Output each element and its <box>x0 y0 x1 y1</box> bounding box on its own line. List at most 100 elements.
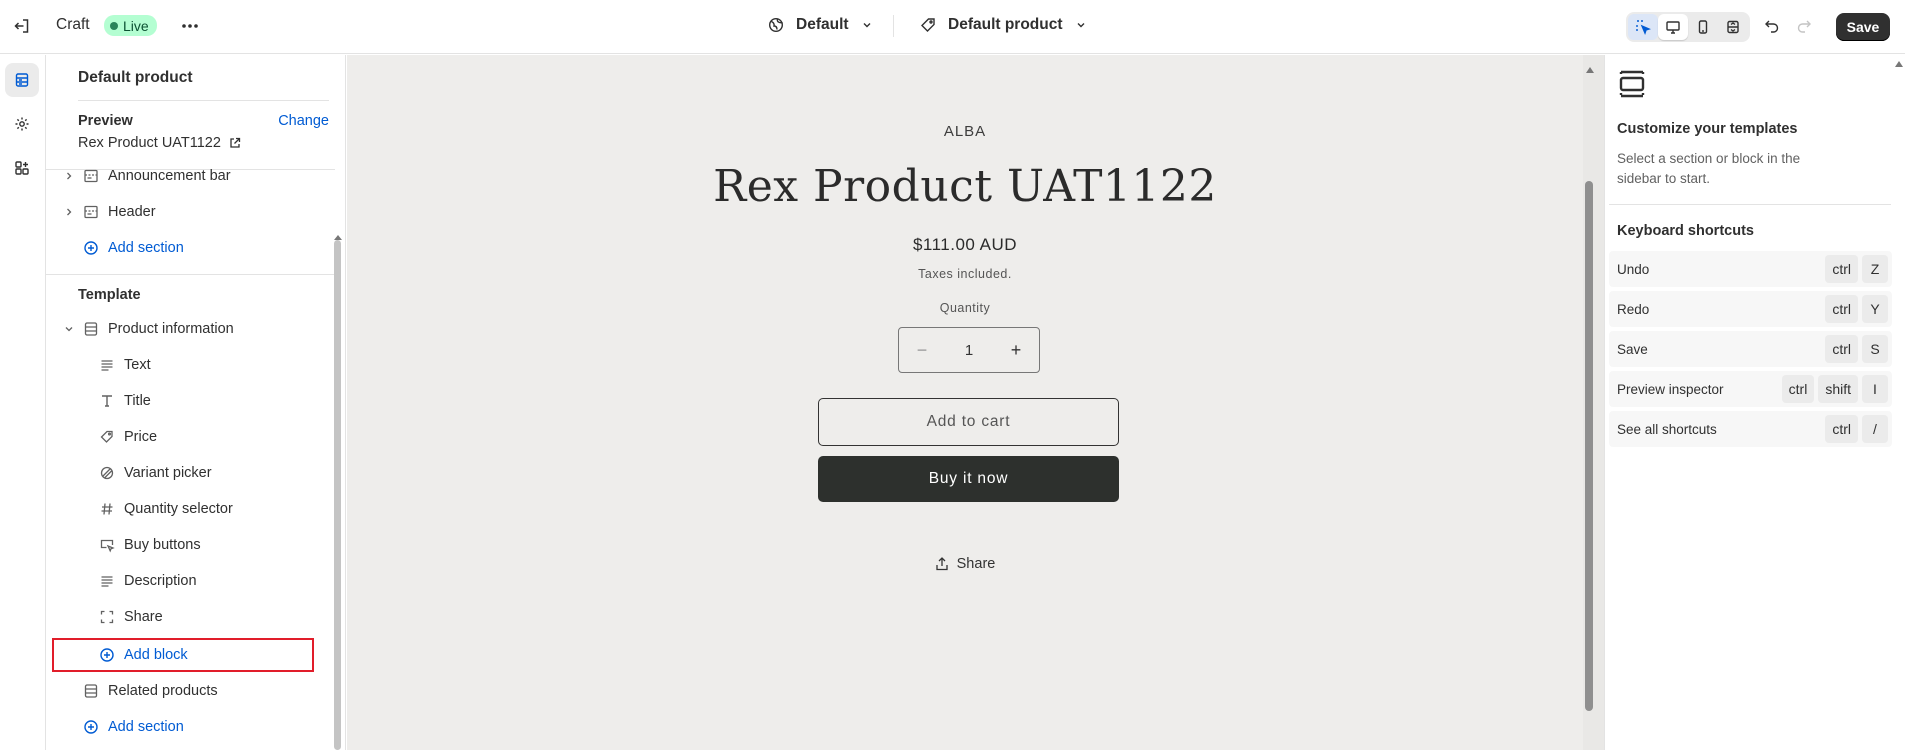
block-label: Variant picker <box>124 465 212 481</box>
view-mode-toolbar <box>1626 12 1750 42</box>
preview-product-name: Rex Product UAT1122 <box>78 135 221 151</box>
external-link-icon <box>230 137 241 148</box>
block-label: Text <box>124 357 151 373</box>
buy-now-button[interactable]: Buy it now <box>818 456 1119 502</box>
plus-icon[interactable]: + <box>1007 340 1025 361</box>
undo-icon[interactable] <box>1760 14 1784 38</box>
section-label: Product information <box>108 321 234 337</box>
block-description[interactable]: Description <box>46 564 336 598</box>
shortcut-label: Redo <box>1617 301 1650 317</box>
add-section-label: Add section <box>108 719 184 735</box>
inspector-select-icon[interactable] <box>1628 14 1658 40</box>
key: S <box>1862 335 1888 363</box>
price-tag-icon <box>96 429 118 445</box>
preview-scrollbar-thumb[interactable] <box>1585 181 1593 711</box>
highlight-box <box>52 638 314 672</box>
shortcut-label: See all shortcuts <box>1617 421 1717 437</box>
sections-sidebar: Default product Preview Change Rex Produ… <box>46 55 346 750</box>
add-to-cart-button[interactable]: Add to cart <box>818 398 1119 446</box>
block-variant-picker[interactable]: Variant picker <box>46 456 336 490</box>
key: shift <box>1818 375 1858 403</box>
template-sections-icon <box>1617 69 1647 104</box>
template-label: Default product <box>948 16 1063 33</box>
variant-icon <box>96 465 118 481</box>
exit-icon[interactable] <box>10 14 34 38</box>
section-icon <box>80 204 102 220</box>
section-label: Header <box>108 204 156 220</box>
apps-icon[interactable] <box>5 151 39 185</box>
button-cursor-icon <box>96 537 118 553</box>
preview-label: Preview <box>78 113 133 129</box>
block-label: Title <box>124 393 151 409</box>
template-selector[interactable]: Default product <box>920 16 1087 34</box>
change-preview-link[interactable]: Change <box>278 113 329 129</box>
shortcut-label: Preview inspector <box>1617 381 1724 397</box>
share-frame-icon <box>96 609 118 625</box>
key: ctrl <box>1825 335 1858 363</box>
tag-icon <box>921 18 935 32</box>
block-buy-buttons[interactable]: Buy buttons <box>46 528 336 562</box>
section-related-products[interactable]: Related products <box>46 674 336 708</box>
product-vendor: ALBA <box>943 123 987 140</box>
key: ctrl <box>1825 415 1858 443</box>
sidebar-title: Default product <box>78 69 193 86</box>
redo-icon[interactable] <box>1792 14 1816 38</box>
preview-canvas: ALBA Rex Product UAT1122 $111.00 AUD Tax… <box>347 55 1604 750</box>
section-icon <box>80 168 102 184</box>
block-title[interactable]: Title <box>46 384 336 418</box>
block-text[interactable]: Text <box>46 348 336 382</box>
fullwidth-view-icon[interactable] <box>1718 14 1748 40</box>
panel-description: Select a section or block in the sidebar… <box>1617 151 1801 186</box>
scroll-up-icon[interactable] <box>1586 67 1594 73</box>
storefront-preview: ALBA Rex Product UAT1122 $111.00 AUD Tax… <box>347 55 1583 750</box>
add-section-button[interactable]: Add section <box>46 231 336 265</box>
status-badge: Live <box>104 15 157 36</box>
share-label: Share <box>956 556 996 572</box>
key: ctrl <box>1825 295 1858 323</box>
desktop-view-icon[interactable] <box>1658 14 1688 40</box>
section-header[interactable]: Header <box>46 195 336 229</box>
text-lines-icon <box>96 357 118 373</box>
add-section-button[interactable]: Add section <box>46 710 336 744</box>
key: Y <box>1862 295 1888 323</box>
shortcut-label: Undo <box>1617 261 1650 277</box>
shortcut-row[interactable]: See all shortcuts ctrl / <box>1609 411 1892 447</box>
mobile-view-icon[interactable] <box>1688 14 1718 40</box>
top-bar: Craft Live Default Default product Save <box>0 0 1905 54</box>
block-share[interactable]: Share <box>46 600 336 634</box>
minus-icon[interactable]: − <box>913 340 931 361</box>
shortcut-row: Save ctrl S <box>1609 331 1892 367</box>
section-announcement-bar[interactable]: Announcement bar <box>46 159 336 193</box>
shortcut-label: Save <box>1617 341 1648 357</box>
quantity-value[interactable]: 1 <box>965 342 973 359</box>
block-label: Description <box>124 573 197 589</box>
more-actions-icon[interactable] <box>178 15 202 37</box>
status-badge-label: Live <box>123 17 149 34</box>
block-quantity-selector[interactable]: Quantity selector <box>46 492 336 526</box>
settings-gear-icon[interactable] <box>5 107 39 141</box>
left-rail <box>0 55 46 750</box>
shortcut-row: Redo ctrl Y <box>1609 291 1892 327</box>
market-label: Default <box>796 16 849 33</box>
block-price[interactable]: Price <box>46 420 336 454</box>
preview-product[interactable]: Rex Product UAT1122 <box>78 135 241 151</box>
product-title: Rex Product UAT1122 <box>713 161 1217 212</box>
scroll-up-icon[interactable] <box>1895 61 1903 67</box>
section-label: Announcement bar <box>108 168 231 184</box>
block-label: Price <box>124 429 158 445</box>
chevron-down-icon[interactable] <box>58 324 80 334</box>
share-button[interactable]: Share <box>347 556 1583 572</box>
theme-name: Craft <box>56 16 90 33</box>
chevron-right-icon[interactable] <box>58 171 80 181</box>
live-dot-icon <box>110 21 118 30</box>
divider <box>46 274 335 275</box>
sections-icon[interactable] <box>5 63 39 97</box>
sidebar-scrollbar-thumb[interactable] <box>334 240 341 750</box>
save-button[interactable]: Save <box>1836 13 1890 41</box>
chevron-right-icon[interactable] <box>58 207 80 217</box>
shortcuts-title: Keyboard shortcuts <box>1617 223 1754 239</box>
plus-circle-icon <box>80 240 102 256</box>
market-selector[interactable]: Default <box>768 16 873 34</box>
section-product-information[interactable]: Product information <box>46 312 336 346</box>
divider <box>1609 204 1891 205</box>
